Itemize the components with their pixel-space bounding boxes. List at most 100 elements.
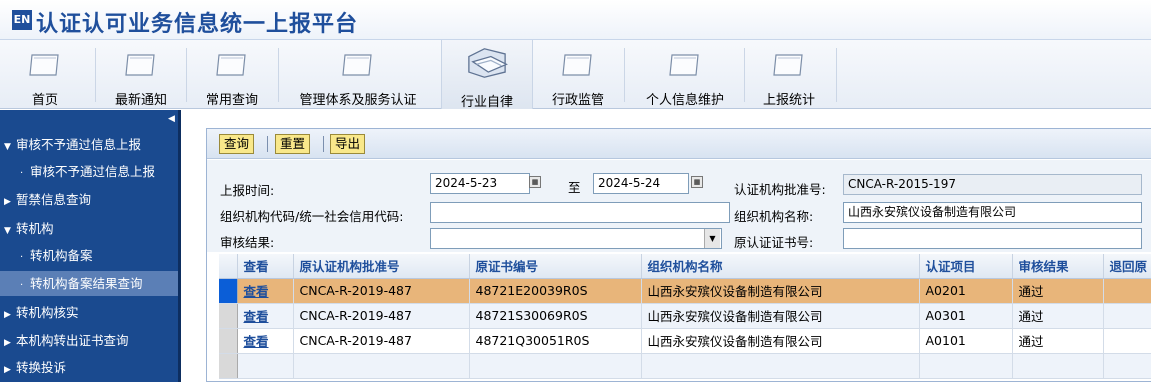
- org-name-label: 组织机构名称:: [734, 209, 814, 224]
- sidebar-group-suspension-query[interactable]: ▶ 暂禁信息查询: [0, 187, 178, 212]
- date-from-input[interactable]: 2024-5-23: [430, 173, 530, 194]
- sidebar-item-label: 审核不予通过信息上报: [30, 164, 156, 179]
- column-header-cert-project[interactable]: 认证项目: [919, 254, 1013, 279]
- empty-cell: [293, 353, 470, 379]
- nav-label: 个人信息维护: [645, 93, 724, 108]
- column-header-audit-result[interactable]: 审核结果: [1012, 254, 1104, 279]
- project-cell: A0201: [919, 278, 1013, 304]
- nav-item-personal-info[interactable]: 个人信息维护: [630, 40, 740, 109]
- folder-icon: [342, 54, 372, 76]
- sidebar-group-transfer-verify[interactable]: ▶ 转机构核实: [0, 300, 178, 325]
- nav-label: 最新通知: [114, 93, 167, 108]
- view-cell: 查看: [237, 278, 294, 304]
- nav-item-latest-notice[interactable]: 最新通知: [100, 40, 182, 109]
- sidebar-item-label: 转换投诉: [16, 360, 67, 375]
- view-link[interactable]: 查看: [244, 334, 269, 349]
- nav-label: 上报统计: [762, 93, 815, 108]
- app-title: 认证认可业务信息统一上报平台: [36, 12, 359, 37]
- top-nav: 首页 最新通知 常用查询 管理体系及服务认证 行业自律 行政监管 个人信息维护 …: [0, 40, 1151, 110]
- folder-icon: [216, 54, 246, 76]
- sidebar-item-label: 转机构备案: [30, 248, 93, 263]
- view-link[interactable]: 查看: [244, 309, 269, 324]
- orig-approval-cell: CNCA-R-2019-487: [293, 303, 470, 329]
- nav-item-home[interactable]: 首页: [4, 40, 86, 109]
- chevron-down-icon[interactable]: ▼: [704, 229, 720, 248]
- nav-item-admin-supervision[interactable]: 行政监管: [536, 40, 620, 109]
- org-name-input[interactable]: 山西永安殡仪设备制造有限公司: [843, 202, 1142, 223]
- nav-label: 行政监管: [551, 93, 604, 108]
- row-selector[interactable]: [219, 278, 238, 304]
- cert-no-cell: 48721S30069R0S: [469, 303, 642, 329]
- chevron-right-icon: ▶: [4, 197, 11, 207]
- folder-icon: [773, 54, 803, 76]
- org-code-label: 组织机构代码/统一社会信用代码:: [220, 209, 404, 224]
- audit-result-label: 审核结果:: [220, 235, 275, 250]
- orig-cert-no-input[interactable]: [843, 228, 1142, 249]
- row-selector-header: [219, 254, 238, 279]
- table-header-row: 查看 原认证机构批准号 原证书编号 组织机构名称 认证项目 审核结果 退回原: [219, 254, 1151, 279]
- column-header-org-name[interactable]: 组织机构名称: [641, 254, 920, 279]
- nav-item-report-stats[interactable]: 上报统计: [748, 40, 830, 109]
- calendar-icon[interactable]: ▦: [529, 176, 541, 188]
- reset-button[interactable]: 重置: [275, 134, 311, 154]
- orig-cert-no-label: 原认证证书号:: [734, 235, 814, 250]
- sidebar-item-label: 转机构备案结果查询: [30, 276, 143, 291]
- column-header-view[interactable]: 查看: [237, 254, 294, 279]
- column-header-return[interactable]: 退回原: [1103, 254, 1151, 279]
- nav-item-common-query[interactable]: 常用查询: [190, 40, 274, 109]
- table-row[interactable]: 查看 CNCA-R-2019-487 48721S30069R0S 山西永安殡仪…: [219, 303, 1151, 329]
- org-name-cell: 山西永安殡仪设备制造有限公司: [641, 278, 920, 304]
- approval-no-label: 认证机构批准号:: [734, 182, 826, 197]
- date-to-input[interactable]: 2024-5-24: [593, 173, 689, 194]
- column-header-orig-approval-no[interactable]: 原认证机构批准号: [293, 254, 470, 279]
- sidebar-group-transfer-complaint[interactable]: ▶ 转换投诉: [0, 355, 178, 380]
- date-to-label: 至: [568, 180, 581, 195]
- row-selector[interactable]: [219, 328, 238, 354]
- sidebar-group-transfer[interactable]: ▼ 转机构: [0, 216, 178, 241]
- nav-label: 首页: [31, 93, 58, 108]
- toolbar-divider: [267, 136, 268, 152]
- orig-approval-cell: CNCA-R-2019-487: [293, 328, 470, 354]
- table-row-empty: [219, 353, 1151, 379]
- nav-item-industry-self-discipline[interactable]: 行业自律: [441, 40, 533, 110]
- nav-divider: [624, 48, 625, 102]
- project-cell: A0301: [919, 303, 1013, 329]
- orig-approval-cell: CNCA-R-2019-487: [293, 278, 470, 304]
- chevron-right-icon: ▶: [4, 365, 11, 375]
- nav-divider: [278, 48, 279, 102]
- toolbar: 查询 重置 导出: [207, 129, 1151, 159]
- nav-label: 行业自律: [460, 95, 513, 110]
- open-folder-icon: [468, 48, 508, 78]
- sidebar-group-outgoing-cert-query[interactable]: ▶ 本机构转出证书查询: [0, 328, 178, 353]
- cert-no-cell: 48721Q30051R0S: [469, 328, 642, 354]
- row-selector[interactable]: [219, 303, 238, 329]
- collapse-sidebar-icon[interactable]: ◀: [168, 114, 175, 124]
- app-logo: EN: [12, 10, 32, 30]
- nav-item-mgmt-system[interactable]: 管理体系及服务认证: [282, 40, 434, 109]
- table-row[interactable]: 查看 CNCA-R-2019-487 48721E20039R0S 山西永安殡仪…: [219, 278, 1151, 304]
- sidebar-item-audit-fail-report[interactable]: · 审核不予通过信息上报: [0, 159, 178, 184]
- nav-divider: [186, 48, 187, 102]
- chevron-down-icon: ▼: [4, 142, 11, 152]
- view-link[interactable]: 查看: [244, 284, 269, 299]
- query-button[interactable]: 查询: [219, 134, 255, 154]
- export-button[interactable]: 导出: [330, 134, 366, 154]
- sidebar-item-label: 本机构转出证书查询: [16, 333, 129, 348]
- empty-cell: [641, 353, 920, 379]
- empty-cell: [237, 353, 294, 379]
- sidebar-item-transfer-filing[interactable]: · 转机构备案: [0, 243, 178, 268]
- org-code-input[interactable]: [430, 202, 730, 223]
- sidebar-item-transfer-filing-result[interactable]: · 转机构备案结果查询: [0, 271, 178, 296]
- main-panel: 查询 重置 导出 上报时间: 2024-5-23 ▦ 至 2024-5-24 ▦…: [206, 128, 1151, 382]
- table-row[interactable]: 查看 CNCA-R-2019-487 48721Q30051R0S 山西永安殡仪…: [219, 328, 1151, 354]
- column-header-orig-cert-no[interactable]: 原证书编号: [469, 254, 642, 279]
- calendar-icon[interactable]: ▦: [691, 176, 703, 188]
- sidebar-item-label: 审核不予通过信息上报: [16, 137, 142, 152]
- audit-result-select[interactable]: [430, 228, 722, 249]
- result-grid: 查看 原认证机构批准号 原证书编号 组织机构名称 认证项目 审核结果 退回原 查…: [219, 254, 1151, 382]
- empty-cell: [469, 353, 642, 379]
- cert-no-cell: 48721E20039R0S: [469, 278, 642, 304]
- bullet-icon: ·: [20, 168, 24, 179]
- org-name-cell: 山西永安殡仪设备制造有限公司: [641, 303, 920, 329]
- sidebar-group-audit-fail-report[interactable]: ▼ 审核不予通过信息上报: [0, 132, 178, 157]
